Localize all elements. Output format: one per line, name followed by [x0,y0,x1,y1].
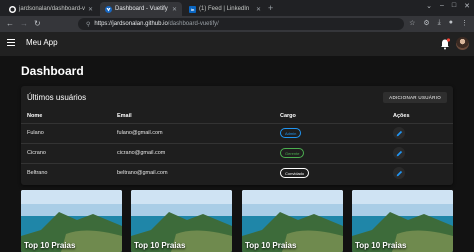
menu-dots-icon[interactable]: ⋮ [461,19,468,27]
profile-icon[interactable]: ● [449,19,453,27]
back-icon[interactable]: ← [6,19,14,29]
reload-icon[interactable]: ↻ [34,19,41,29]
download-icon[interactable]: ⤓ [438,19,441,27]
close-icon[interactable]: ✕ [172,6,177,13]
browser-toolbar: ← → ↻ ⚲ https://jardsonalan.github.io/da… [0,16,474,32]
role-cell: Gerente [274,143,387,164]
url-path: /dashboard-vuetify/ [167,21,219,27]
table-row: Beltrano beltrano@gmail.com Convidado [21,163,453,183]
github-icon [9,5,16,13]
card-caption: Top 10 Praias [245,241,297,250]
bookmark-star-icon[interactable]: ☆ [409,19,415,27]
minimize-icon[interactable]: – [440,2,444,10]
close-icon[interactable]: ✕ [88,6,93,13]
table-row: Fulano fulano@gmail.com Admin [21,123,453,144]
beach-card[interactable]: Top 10 Praias [352,190,453,252]
beach-card[interactable]: Top 10 Praias [21,190,122,252]
column-header-email: Email [111,109,274,124]
card-caption: Top 10 Praias [355,241,407,250]
actions-cell [387,123,453,144]
beach-card[interactable]: Top 10 Praias [131,190,232,252]
browser-tab-linkedin[interactable]: in (1) Feed | LinkedIn ✕ [184,2,266,16]
bell-icon[interactable] [440,37,451,50]
card-title: Últimos usuários [27,93,87,102]
user-email: beltrano@gmail.com [117,170,168,177]
browser-tab-strip: jardsonalan/dashboard-v ✕ Dashboard - Vu… [0,0,474,16]
tab-title: (1) Feed | LinkedIn [199,6,250,12]
browser-tab-github[interactable]: jardsonalan/dashboard-v ✕ [4,2,98,16]
url-text: https://jardsonalan.github.io/dashboard-… [94,21,218,27]
pencil-icon [396,150,402,156]
tab-search-icon[interactable]: ⌄ [426,2,432,10]
app-title: Meu App [26,38,58,47]
card-caption: Top 10 Praias [134,241,186,250]
users-table: Nome Email Cargo Ações Fulano fulano@gma… [21,109,453,183]
card-caption: Top 10 Praias [24,241,76,250]
edit-button[interactable] [393,147,405,159]
latest-users-card: Últimos usuários ADICIONAR USUÁRIO Nome … [21,86,453,185]
tab-title: jardsonalan/dashboard-v [19,6,86,12]
window-controls: ⌄ – □ ✕ [426,2,470,10]
close-icon[interactable]: ✕ [256,6,261,13]
edit-button[interactable] [393,167,405,180]
table-row: Cicrano cicrano@gmail.com Gerente [21,143,453,164]
role-chip: Gerente [280,148,305,158]
address-bar[interactable]: ⚲ https://jardsonalan.github.io/dashboar… [78,18,404,30]
avatar[interactable] [456,37,469,50]
actions-cell [387,163,453,183]
vuetify-icon [105,5,112,13]
page-title: Dashboard [21,64,84,78]
actions-cell [387,143,453,164]
app-bar: Meu App [0,32,474,56]
user-email: fulano@gmail.com [111,123,274,144]
maximize-icon[interactable]: □ [452,2,456,10]
user-name: Beltrano [27,170,48,177]
role-cell: Convidado [274,163,387,183]
user-name: Cicrano [21,143,111,164]
pencil-icon [396,170,402,177]
edit-button[interactable] [393,127,405,139]
url-host: https://jardsonalan.github.io [94,21,168,27]
column-header-name: Nome [21,109,111,124]
close-window-icon[interactable]: ✕ [464,2,470,10]
column-header-actions: Ações [387,109,453,124]
tab-title: Dashboard - Vuetify [115,6,168,12]
table-header-row: Nome Email Cargo Ações [21,109,453,124]
role-cell: Admin [274,123,387,144]
beach-card[interactable]: Top 10 Praias [242,190,343,252]
pencil-icon [396,130,402,136]
role-chip: Admin [280,128,302,138]
linkedin-icon: in [189,5,196,13]
new-tab-button[interactable]: + [268,3,273,13]
user-email: cicrano@gmail.com [111,143,274,164]
extension-icons: ☆ ⚙ ⤓ ● ⋮ [409,19,468,27]
column-header-role: Cargo [274,109,387,124]
user-name: Fulano [21,123,111,144]
extensions-icon[interactable]: ⚙ [423,19,429,27]
forward-icon[interactable]: → [20,19,28,29]
role-chip: Convidado [280,168,310,179]
browser-tab-dashboard[interactable]: Dashboard - Vuetify ✕ [100,2,182,16]
site-info-icon[interactable]: ⚲ [86,21,90,28]
add-user-button[interactable]: ADICIONAR USUÁRIO [383,92,447,103]
menu-icon[interactable] [7,39,15,48]
